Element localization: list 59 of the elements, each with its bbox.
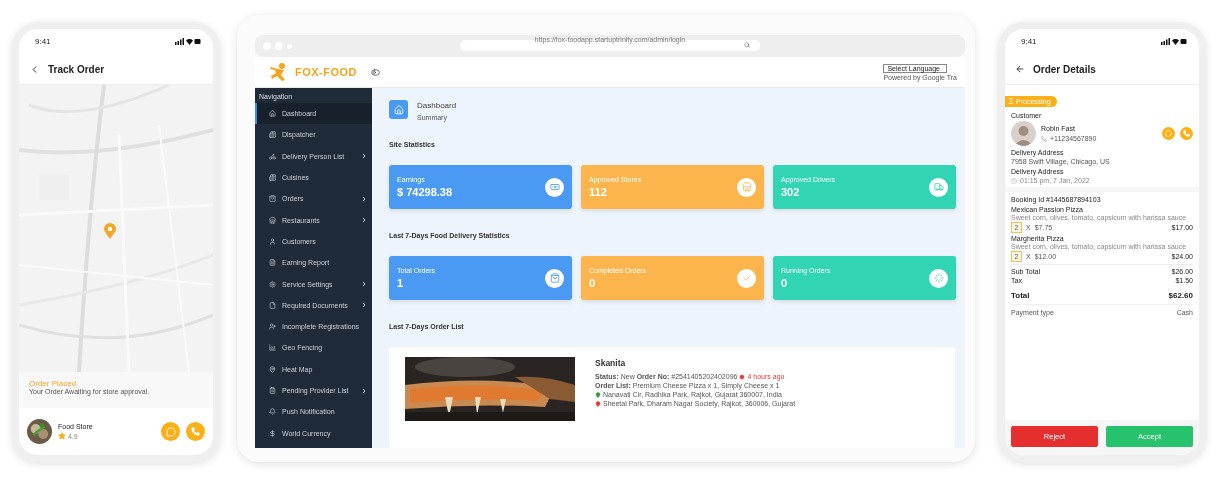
file-icon	[269, 301, 276, 309]
stat-value: 1	[397, 277, 405, 289]
add-user-icon	[269, 323, 276, 331]
hourglass-icon	[1008, 98, 1014, 104]
map-pin-icon	[595, 391, 601, 398]
screen-title: Track Order	[48, 63, 105, 75]
chat-icon	[165, 426, 176, 437]
page-title: Dashboard	[417, 101, 457, 110]
clipboard-icon	[269, 387, 276, 394]
back-icon[interactable]	[1015, 64, 1025, 74]
bell-icon	[269, 408, 276, 416]
user-icon	[269, 237, 276, 245]
map-pin-icon	[269, 365, 276, 373]
document-icon	[269, 259, 276, 267]
phone-icon	[1041, 135, 1047, 142]
search-icon	[744, 42, 750, 48]
map-pin-icon	[595, 400, 601, 407]
avatar	[1011, 121, 1036, 146]
bicycle-icon	[269, 152, 276, 160]
newspaper-icon	[269, 131, 276, 139]
brand-name: FOX-FOOD	[295, 66, 358, 78]
settings-icon	[269, 280, 276, 288]
store-icon	[737, 177, 756, 197]
call-button[interactable]	[1180, 127, 1193, 140]
summary-label: Total	[1011, 291, 1030, 300]
toggle-icon[interactable]	[371, 67, 381, 77]
store-icon	[269, 216, 276, 224]
stat-value: $ 74298.38	[397, 186, 453, 198]
screen-title: Order Details	[1033, 63, 1096, 75]
bag-icon	[545, 268, 564, 288]
chat-button[interactable]	[161, 422, 180, 441]
home-icon	[269, 110, 276, 118]
stat-value: 0	[589, 277, 597, 289]
chat-button[interactable]	[1162, 127, 1175, 140]
customer-name: Skanita	[595, 358, 627, 368]
status-time: 9:41	[35, 37, 51, 46]
summary-value: $62.60	[1168, 291, 1193, 300]
call-button[interactable]	[186, 422, 205, 441]
banknote-icon	[545, 177, 564, 197]
dollar-icon	[269, 429, 276, 437]
phone-icon	[191, 427, 200, 436]
phone-icon	[1183, 130, 1190, 137]
order-status-title: Order Placed	[29, 379, 78, 388]
status-icons-drawing	[175, 38, 201, 45]
loader-icon	[929, 268, 948, 288]
star-icon	[58, 432, 66, 440]
area-chart-icon	[269, 344, 276, 352]
map-pin-icon	[104, 223, 116, 239]
stat-value: 302	[781, 186, 801, 198]
status-time: 9:41	[1021, 37, 1037, 46]
stat-value: 112	[589, 186, 608, 198]
status-icons-drawing	[1161, 38, 1187, 45]
chat-icon	[1165, 130, 1172, 137]
newspaper-icon	[269, 174, 276, 182]
stat-value: 0	[781, 277, 789, 289]
home-badge-icon	[389, 100, 408, 119]
truck-icon	[929, 177, 948, 197]
check-icon	[737, 268, 756, 288]
bag-icon	[269, 195, 276, 203]
